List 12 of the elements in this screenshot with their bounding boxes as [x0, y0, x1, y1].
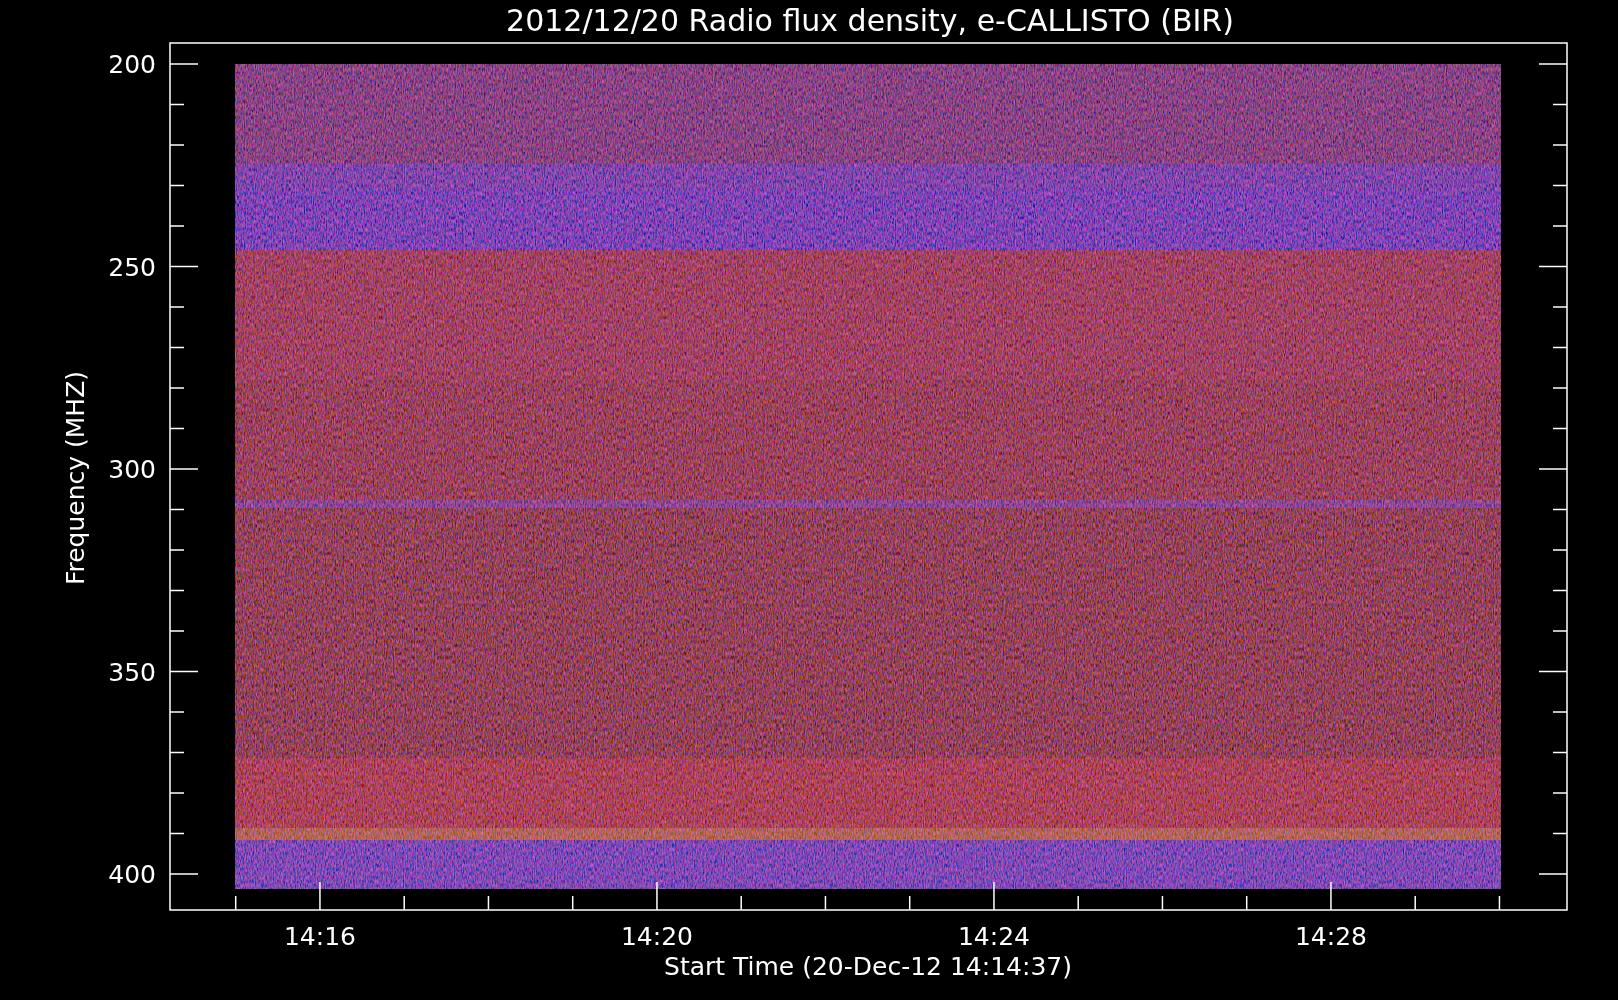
y-tick-label: 300	[108, 455, 156, 484]
x-axis-title: Start Time (20-Dec-12 14:14:37)	[664, 952, 1072, 981]
chart-title: 2012/12/20 Radio flux density, e-CALLISTO (BIR)	[506, 3, 1234, 38]
y-tick-label: 200	[108, 50, 156, 79]
x-tick-label: 14:16	[283, 922, 356, 951]
y-tick-label: 400	[108, 860, 156, 889]
x-tick-label: 14:28	[1294, 922, 1367, 951]
y-tick-label: 350	[108, 657, 156, 687]
x-tick-label: 14:24	[957, 922, 1030, 951]
x-tick-label: 14:20	[620, 922, 693, 951]
y-tick-label: 250	[108, 252, 156, 282]
y-axis-title: Frequency (MHZ)	[61, 370, 90, 586]
